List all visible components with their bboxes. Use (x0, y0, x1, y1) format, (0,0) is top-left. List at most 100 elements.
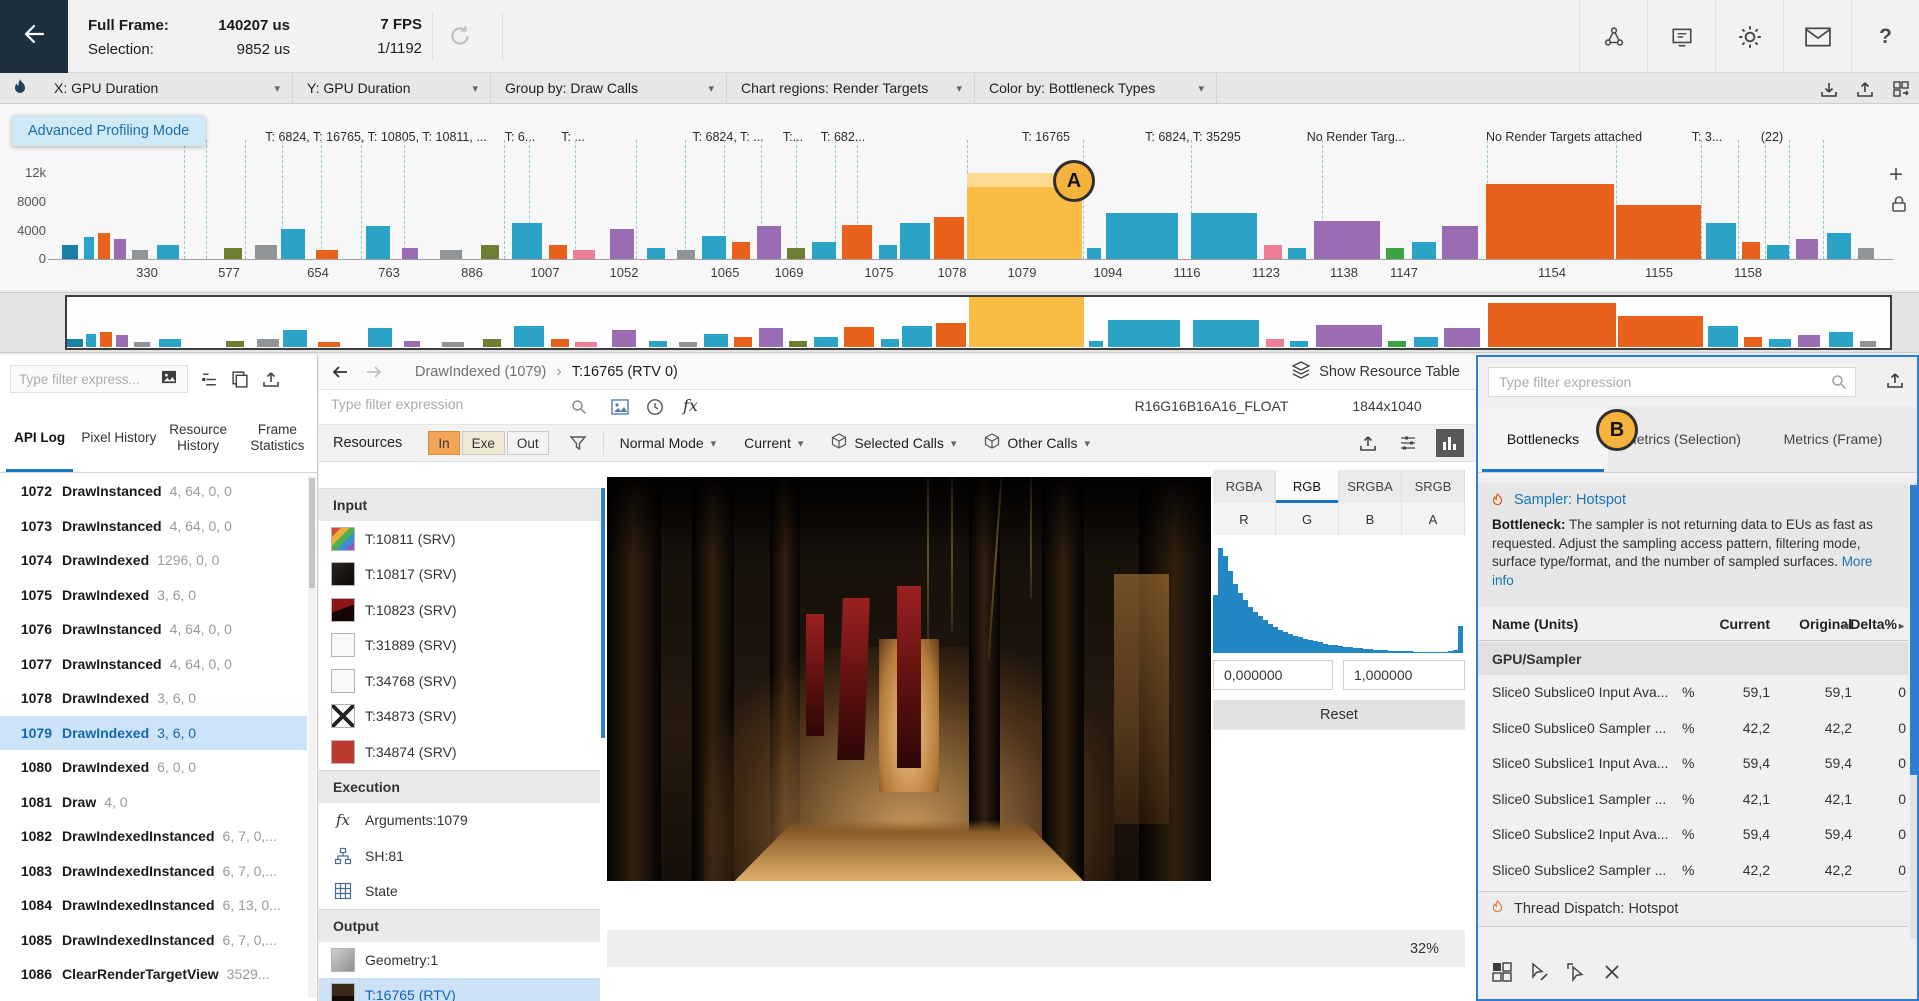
api-log-scrollbar[interactable] (308, 476, 316, 997)
api-log-row[interactable]: 1072DrawInstanced4, 64, 0, 0 (0, 474, 307, 509)
draw-call-bar[interactable] (62, 245, 78, 259)
draw-call-bar[interactable] (1616, 205, 1701, 259)
resource-item[interactable]: T:10817 (SRV) (319, 557, 600, 593)
experiments-icon[interactable] (1579, 0, 1647, 73)
draw-call-bar[interactable] (1264, 245, 1282, 259)
refresh-icon[interactable] (447, 23, 473, 54)
toolbar-dropdown[interactable]: Y: GPU Duration▾ (293, 73, 491, 104)
image-filter-icon[interactable] (161, 370, 177, 389)
draw-call-bar[interactable] (1314, 221, 1380, 259)
filter-funnel-icon[interactable] (569, 434, 587, 452)
metric-row[interactable]: Slice0 Subslice2 Input Ava...%59,459,40 (1478, 817, 1908, 853)
help-icon[interactable]: ? (1851, 0, 1919, 73)
export-image-icon[interactable] (1358, 433, 1378, 453)
api-log-row[interactable]: 1083DrawIndexedInstanced6, 7, 0,... (0, 854, 307, 889)
api-log-row[interactable]: 1081Draw4, 0 (0, 785, 307, 820)
draw-call-bar[interactable] (402, 248, 418, 259)
metric-row[interactable]: Slice0 Subslice0 Sampler ...%42,242,20 (1478, 711, 1908, 747)
fx-icon[interactable]: fx (683, 396, 698, 415)
draw-call-bar[interactable] (512, 223, 542, 259)
scrollbar-thumb[interactable] (1910, 485, 1917, 775)
component-tab-a[interactable]: A (1402, 503, 1465, 535)
draw-call-bar[interactable] (157, 245, 179, 259)
tab-bottlenecks[interactable]: Bottlenecks (1478, 407, 1608, 472)
draw-call-bar[interactable] (1412, 242, 1436, 259)
draw-call-bar[interactable] (787, 248, 805, 259)
select-cursor-icon[interactable] (1565, 961, 1587, 983)
clear-icon[interactable] (1602, 962, 1622, 982)
histogram-max-input[interactable]: 1,000000 (1343, 660, 1465, 690)
draw-call-bar[interactable] (842, 225, 872, 259)
api-log-row[interactable]: 1073DrawInstanced4, 64, 0, 0 (0, 509, 307, 544)
draw-call-bar[interactable] (1442, 226, 1478, 259)
draw-call-bar[interactable] (1486, 184, 1614, 259)
draw-call-bar[interactable] (114, 239, 126, 259)
toolbar-dropdown[interactable]: Color by: Bottleneck Types▾ (975, 73, 1217, 104)
resource-item[interactable]: T:31889 (SRV) (319, 628, 600, 664)
tab-resource-history[interactable]: Resource History (159, 403, 238, 472)
draw-call-bar[interactable] (224, 248, 242, 259)
resource-item[interactable]: T:34873 (SRV) (319, 699, 600, 735)
draw-call-bar[interactable] (440, 250, 462, 259)
resource-item[interactable]: T:16765 (RTV) (319, 978, 600, 1001)
settings-gear-icon[interactable] (1715, 0, 1783, 73)
api-log-row[interactable]: 1082DrawIndexedInstanced6, 7, 0,... (0, 819, 307, 854)
resource-item[interactable]: T:10811 (SRV) (319, 521, 600, 557)
resource-item[interactable]: SH:81 (319, 838, 600, 874)
draw-call-bar[interactable] (1288, 248, 1306, 259)
deselect-cursor-icon[interactable] (1528, 961, 1550, 983)
draw-call-bar[interactable] (677, 250, 695, 259)
quad-view-icon[interactable] (1491, 961, 1513, 983)
histogram-min-input[interactable]: 0,000000 (1213, 660, 1333, 690)
resource-item[interactable]: fxArguments:1079 (319, 803, 600, 839)
toggle-exe[interactable]: Exe (462, 431, 505, 455)
metrics-group-header[interactable]: GPU/Sampler (1478, 642, 1908, 675)
draw-call-bar[interactable] (1706, 223, 1736, 259)
resource-list-scrollbar[interactable] (601, 488, 605, 738)
resource-item[interactable]: T:34874 (SRV) (319, 734, 600, 770)
toggle-in[interactable]: In (428, 431, 459, 455)
image-view-icon[interactable] (611, 399, 629, 420)
histogram-toggle-button[interactable] (1436, 429, 1464, 457)
selected-calls-dropdown[interactable]: Selected Calls▾ (831, 433, 956, 453)
levels-icon[interactable] (1398, 433, 1418, 453)
toggle-out[interactable]: Out (507, 431, 549, 455)
draw-call-bar[interactable] (255, 245, 277, 259)
tab-pixel-history[interactable]: Pixel History (79, 403, 158, 472)
export-table-icon[interactable] (1891, 79, 1911, 99)
copy-icon[interactable] (231, 370, 249, 389)
component-tab-g[interactable]: G (1276, 503, 1339, 535)
metric-row[interactable]: Slice0 Subslice0 Input Ava...%59,159,10 (1478, 675, 1908, 711)
metrics-filter[interactable] (1488, 367, 1856, 397)
draw-call-bar[interactable] (481, 245, 499, 259)
draw-call-bar[interactable] (732, 242, 750, 259)
export-log-icon[interactable] (261, 369, 281, 389)
metric-row[interactable]: Slice0 Subslice2 Sampler ...%42,242,20 (1478, 853, 1908, 889)
tab-api-log[interactable]: API Log (0, 403, 79, 472)
histogram-reset-button[interactable]: Reset (1213, 700, 1465, 730)
draw-call-bar[interactable] (1827, 233, 1851, 259)
metrics-filter-input[interactable] (1489, 368, 1825, 396)
channel-tab-rgb[interactable]: RGB (1276, 470, 1339, 503)
show-resource-table-button[interactable]: Show Resource Table (1291, 361, 1460, 383)
api-log-filter[interactable] (10, 365, 188, 393)
channel-tab-rgba[interactable]: RGBA (1213, 470, 1276, 503)
draw-call-bar[interactable] (84, 237, 94, 259)
draw-call-bar[interactable] (934, 217, 964, 259)
draw-call-bar[interactable] (1796, 239, 1818, 259)
api-log-row[interactable]: 1075DrawIndexed3, 6, 0 (0, 578, 307, 613)
resource-item[interactable]: State (319, 874, 600, 910)
api-log-row[interactable]: 1080DrawIndexed6, 0, 0 (0, 750, 307, 785)
draw-call-bar[interactable] (610, 229, 634, 259)
tab-metricsframe[interactable]: Metrics (Frame) (1758, 407, 1908, 472)
metric-row[interactable]: Slice0 Subslice1 Input Ava...%59,459,40 (1478, 746, 1908, 782)
lock-icon[interactable] (1890, 194, 1908, 219)
mode-dropdown[interactable]: Normal Mode▾ (620, 435, 717, 451)
draw-call-bar[interactable] (757, 226, 781, 259)
toolbar-dropdown[interactable]: X: GPU Duration▾ (40, 73, 293, 104)
toolbar-dropdown[interactable]: Group by: Draw Calls▾ (491, 73, 727, 104)
draw-call-bar[interactable] (879, 245, 897, 259)
component-tab-b[interactable]: B (1339, 503, 1402, 535)
feedback-mail-icon[interactable] (1783, 0, 1851, 73)
draw-call-bar[interactable] (812, 242, 836, 259)
